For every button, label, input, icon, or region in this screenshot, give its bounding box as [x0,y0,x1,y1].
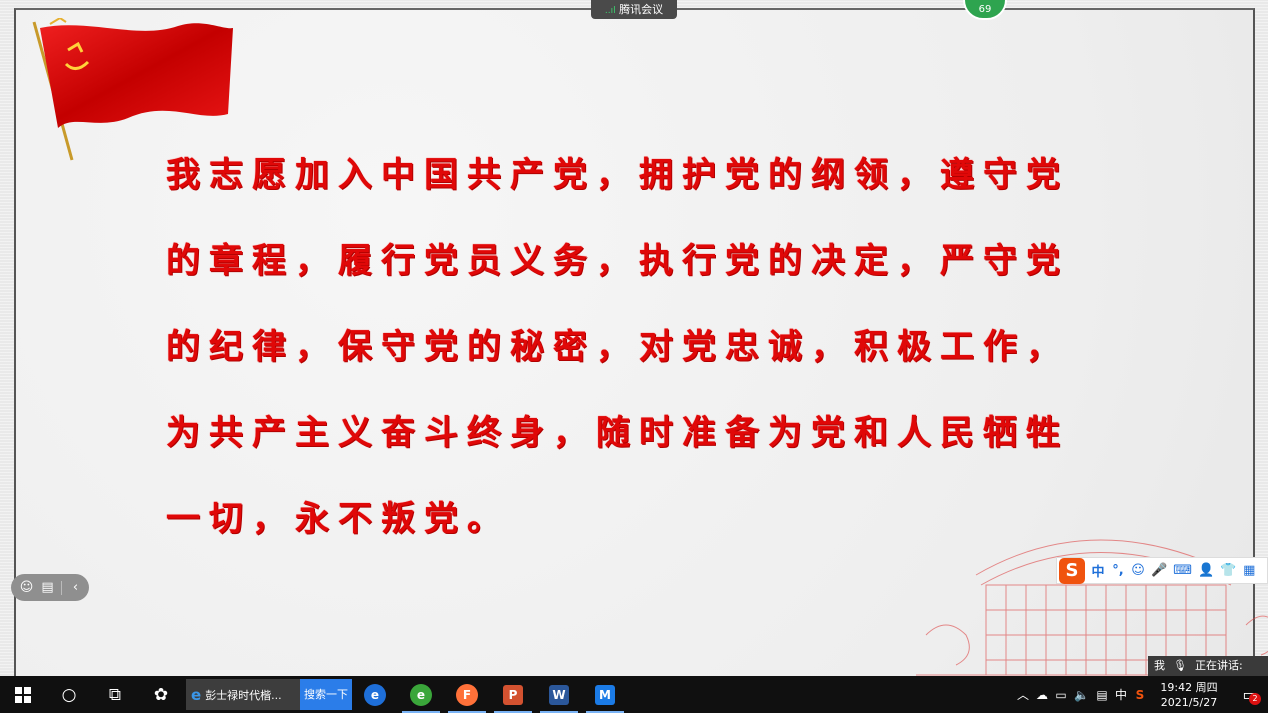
ie-window-title: 彭士禄时代楷... [205,688,282,702]
oath-text: 我志愿加入中国共产党，拥护党的纲领，遵守党 的章程，履行党员义务，执行党的决定，… [166,132,1176,562]
pinwheel-app-icon[interactable]: ✿ [138,676,184,713]
volume-icon[interactable]: 🔈 [1074,688,1089,702]
edge-icon: e [364,683,386,706]
task-view-icon[interactable]: ⧉ [92,676,138,713]
firefox-icon: F [456,683,478,706]
chat-icon[interactable]: ▤ [40,580,55,595]
me-label: 我 [1154,659,1165,672]
notification-center-icon[interactable]: ▭ 2 [1232,676,1268,713]
meeting-app-name: 腾讯会议 [619,3,664,16]
ime-user-icon[interactable]: 👤 [1198,563,1214,578]
ime-punctuation-icon[interactable]: °, [1111,563,1125,578]
ie-icon: e [191,685,202,704]
tencent-meeting-app-icon[interactable]: M [582,676,628,713]
windows-logo-icon [15,686,31,703]
ime-chinese-mode[interactable]: 中 [1091,561,1105,580]
word-icon: W [549,684,569,705]
search-circle-icon[interactable]: ○ [46,676,92,713]
badge-count: 69 [978,4,992,15]
tencent-meeting-icon: M [595,684,615,705]
signal-icon: ..ıl [604,6,616,16]
firefox-app-icon[interactable]: F [444,676,490,713]
floating-toolbar: ☺ ▤ ‹ [11,574,89,601]
oath-line: 为共产主义奋斗终身，随时准备为党和人民牺牲 [166,413,1069,453]
ime-toolbox-icon[interactable]: ▦ [1242,563,1256,578]
system-tray: ︿ ☁ ▭ 🔈 ▤ 中 S 19:42 周四 2021/5/27 ▭ 2 [1017,676,1268,713]
sogou-ime-toolbar: S 中 °, ☺ 🎤 ⌨ 👤 👕 ▦ [1056,557,1268,584]
ime-emoji-icon[interactable]: ☺ [1131,563,1145,578]
battery-icon[interactable]: ▭ [1055,688,1067,702]
toolbar-divider [61,580,62,595]
ime-voice-icon[interactable]: 🎤 [1151,563,1167,578]
start-button[interactable] [0,676,46,713]
network-icon[interactable]: ☁ [1036,688,1048,702]
sogou-logo-icon[interactable]: S [1059,557,1085,584]
ime-keyboard-icon[interactable]: ⌨ [1173,563,1192,578]
clock-time: 19:42 周四 [1160,680,1218,694]
edge-app-icon[interactable]: e [352,676,398,713]
oath-line: 的纪律，保守党的秘密，对党忠诚，积极工作， [166,327,1069,367]
screen: 我志愿加入中国共产党，拥护党的纲领，遵守党 的章程，履行党员义务，执行党的决定，… [0,0,1268,713]
powerpoint-icon: P [503,684,523,705]
windows-taskbar: ○ ⧉ ✿ e 彭士禄时代楷... 搜索一下 e e F P W M ︿ ☁ ▭ [0,676,1268,713]
chevron-up-icon[interactable]: ︿ [1017,686,1029,703]
speaking-label: 正在讲话: [1194,659,1243,672]
speaking-indicator: 我 🎙 正在讲话: [1148,656,1268,676]
ime-language-indicator[interactable]: 中 [1115,686,1127,703]
emoji-icon[interactable]: ☺ [19,580,34,595]
ie-taskbar-window[interactable]: e 彭士禄时代楷... [186,679,300,710]
microphone-icon[interactable]: 🎙 [1173,656,1187,676]
360-browser-app-icon[interactable]: e [398,676,444,713]
notification-count-badge: 2 [1249,693,1261,705]
system-clock[interactable]: 19:42 周四 2021/5/27 [1153,680,1225,710]
clock-date: 2021/5/27 [1160,695,1218,709]
word-app-icon[interactable]: W [536,676,582,713]
360-browser-icon: e [410,683,432,706]
ime-skin-icon[interactable]: 👕 [1220,563,1236,578]
tencent-meeting-indicator[interactable]: ..ıl 腾讯会议 [591,0,677,19]
powerpoint-app-icon[interactable]: P [490,676,536,713]
search-button[interactable]: 搜索一下 [300,679,352,710]
collapse-chevron-icon[interactable]: ‹ [68,580,83,595]
oath-line: 我志愿加入中国共产党，拥护党的纲领，遵守党 [166,155,1069,195]
sogou-tray-icon[interactable]: S [1134,688,1146,702]
message-icon[interactable]: ▤ [1096,688,1108,702]
oath-line: 的章程，履行党员义务，执行党的决定，严守党 [166,241,1069,281]
